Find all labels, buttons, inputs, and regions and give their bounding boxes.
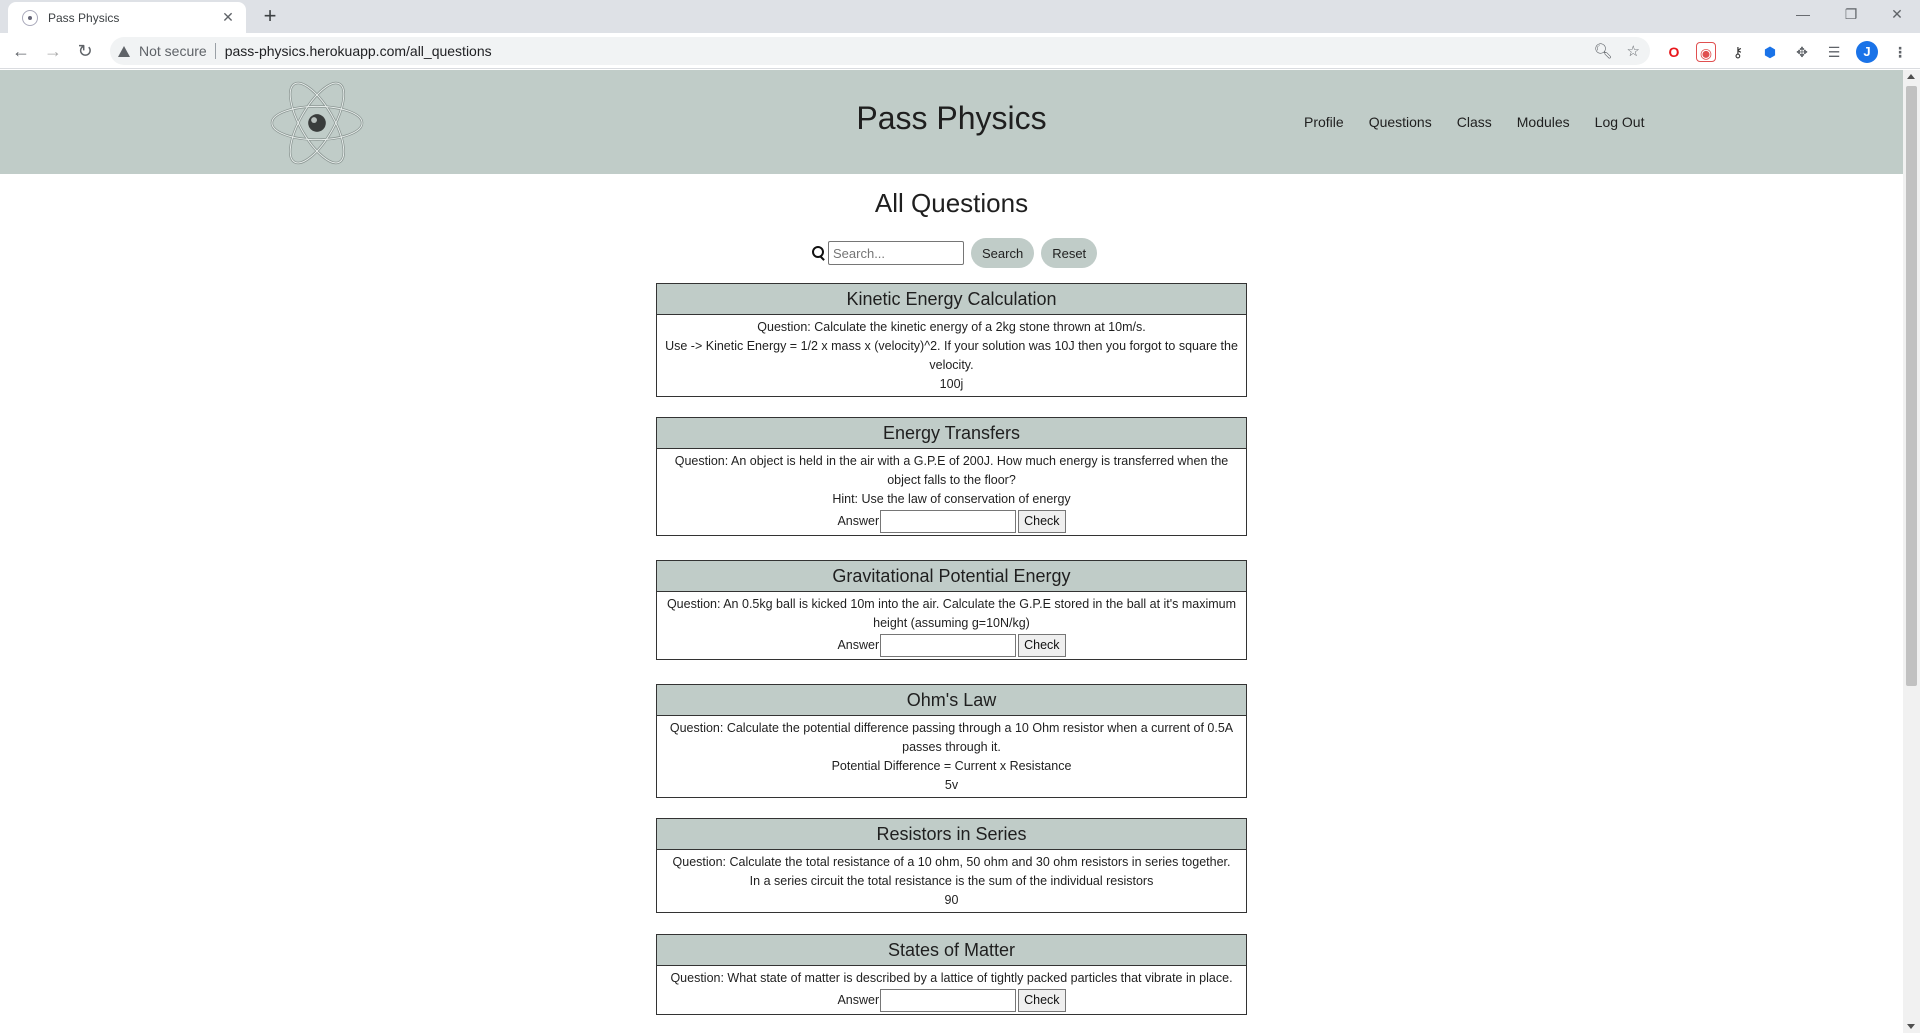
question-body: Question: Calculate the total resistance… <box>657 850 1246 912</box>
question-card-resistors-series: Resistors in Series Question: Calculate … <box>656 818 1247 913</box>
atom-favicon-icon <box>22 9 38 26</box>
tab-close-icon[interactable]: ✕ <box>220 9 236 26</box>
scroll-down-arrow-icon[interactable] <box>1907 1024 1915 1029</box>
answer-input[interactable] <box>880 988 1017 1012</box>
warning-icon <box>118 45 130 57</box>
browser-toolbar: ← → ↻ Not secure pass-physics.herokuapp.… <box>0 33 1920 69</box>
reading-list-icon[interactable]: ☰ <box>1824 42 1844 62</box>
question-title: Energy Transfers <box>657 418 1246 449</box>
question-hint: Potential Difference = Current x Resista… <box>831 759 1072 773</box>
check-button[interactable]: Check <box>1018 988 1066 1012</box>
extensions-puzzle-icon[interactable]: ✥ <box>1792 42 1812 62</box>
question-text: Question: Calculate the total resistance… <box>672 855 1231 869</box>
back-arrow-icon[interactable]: ← <box>10 40 32 62</box>
site-header: Pass Physics Profile Questions Class Mod… <box>0 70 1903 174</box>
shield-extension-icon[interactable]: ⬢ <box>1760 42 1780 62</box>
search-icon <box>812 246 826 260</box>
search-input[interactable] <box>828 241 964 265</box>
reset-button[interactable]: Reset <box>1041 238 1098 268</box>
restore-icon[interactable]: ❐ <box>1836 4 1866 24</box>
zoom-icon[interactable]: 🔍︎ <box>1594 42 1613 60</box>
nav-questions[interactable]: Questions <box>1369 114 1432 130</box>
minimize-icon[interactable]: — <box>1788 4 1818 24</box>
answer-label: Answer <box>837 513 880 528</box>
question-title: States of Matter <box>657 935 1246 966</box>
scroll-up-arrow-icon[interactable] <box>1907 74 1915 79</box>
question-card-states-of-matter: States of Matter Question: What state of… <box>656 934 1247 1015</box>
answer-row: Answer Check <box>657 509 1246 533</box>
question-hint: Use -> Kinetic Energy = 1/2 x mass x (ve… <box>665 339 1238 372</box>
question-text: Question: An object is held in the air w… <box>674 454 1229 487</box>
answer-label: Answer <box>837 992 880 1007</box>
bookmark-star-icon[interactable]: ☆ <box>1627 42 1640 60</box>
question-body: Question: Calculate the kinetic energy o… <box>657 315 1246 396</box>
tab-title: Pass Physics <box>48 10 120 25</box>
question-title: Resistors in Series <box>657 819 1246 850</box>
nav-profile[interactable]: Profile <box>1304 114 1344 130</box>
page-viewport: Pass Physics Profile Questions Class Mod… <box>0 70 1903 1033</box>
question-text: Question: An 0.5kg ball is kicked 10m in… <box>666 597 1237 630</box>
question-card-kinetic-energy: Kinetic Energy Calculation Question: Cal… <box>656 283 1247 397</box>
extension-icon[interactable]: ◉ <box>1696 42 1716 62</box>
new-tab-button[interactable]: + <box>258 4 282 28</box>
question-body: Question: An 0.5kg ball is kicked 10m in… <box>657 592 1246 659</box>
answer-input[interactable] <box>880 633 1017 657</box>
browser-tab[interactable]: Pass Physics ✕ <box>8 2 246 33</box>
address-bar[interactable]: Not secure pass-physics.herokuapp.com/al… <box>110 37 1650 65</box>
question-card-ohms-law: Ohm's Law Question: Calculate the potent… <box>656 684 1247 798</box>
nav-modules[interactable]: Modules <box>1517 114 1570 130</box>
question-body: Question: Calculate the potential differ… <box>657 716 1246 797</box>
question-answer: 5v <box>944 778 959 792</box>
question-answer: 100j <box>939 377 964 391</box>
main-nav: Profile Questions Class Modules Log Out <box>1304 114 1645 130</box>
divider <box>214 43 216 59</box>
scrollbar-thumb[interactable] <box>1906 86 1917 686</box>
browser-tab-bar: Pass Physics ✕ + — ❐ ✕ <box>0 0 1920 33</box>
question-text: Question: What state of matter is descri… <box>670 971 1233 985</box>
check-button[interactable]: Check <box>1018 633 1066 657</box>
url-text[interactable]: pass-physics.herokuapp.com/all_questions <box>225 43 492 59</box>
question-title: Gravitational Potential Energy <box>657 561 1246 592</box>
question-body: Question: An object is held in the air w… <box>657 449 1246 535</box>
security-label[interactable]: Not secure <box>139 43 207 59</box>
question-title: Ohm's Law <box>657 685 1246 716</box>
question-text: Question: Calculate the kinetic energy o… <box>757 320 1146 334</box>
forward-arrow-icon[interactable]: → <box>42 40 64 62</box>
question-text: Question: Calculate the potential differ… <box>669 721 1234 754</box>
question-hint: In a series circuit the total resistance… <box>749 874 1154 888</box>
menu-kebab-icon[interactable]: ⋮ <box>1890 42 1910 62</box>
question-answer: 90 <box>944 893 959 907</box>
search-bar: Search Reset <box>812 238 1098 268</box>
question-title: Kinetic Energy Calculation <box>657 284 1246 315</box>
close-window-icon[interactable]: ✕ <box>1882 4 1912 24</box>
question-card-gpe: Gravitational Potential Energy Question:… <box>656 560 1247 660</box>
check-button[interactable]: Check <box>1018 509 1066 533</box>
question-card-energy-transfers: Energy Transfers Question: An object is … <box>656 417 1247 536</box>
answer-input[interactable] <box>880 509 1017 533</box>
nav-log-out[interactable]: Log Out <box>1595 114 1645 130</box>
opera-extension-icon[interactable]: O <box>1664 42 1684 62</box>
nav-class[interactable]: Class <box>1457 114 1492 130</box>
answer-row: Answer Check <box>657 988 1246 1012</box>
question-body: Question: What state of matter is descri… <box>657 966 1246 1014</box>
reload-icon[interactable]: ↻ <box>74 40 96 62</box>
question-hint: Hint: Use the law of conservation of ene… <box>832 492 1071 506</box>
search-button[interactable]: Search <box>971 238 1035 268</box>
profile-avatar[interactable]: J <box>1856 41 1878 63</box>
page-scrollbar[interactable] <box>1903 70 1920 1033</box>
answer-row: Answer Check <box>657 633 1246 657</box>
answer-label: Answer <box>837 637 880 652</box>
key-icon[interactable]: ⚷ <box>1728 42 1748 62</box>
page-title: All Questions <box>874 188 1029 218</box>
